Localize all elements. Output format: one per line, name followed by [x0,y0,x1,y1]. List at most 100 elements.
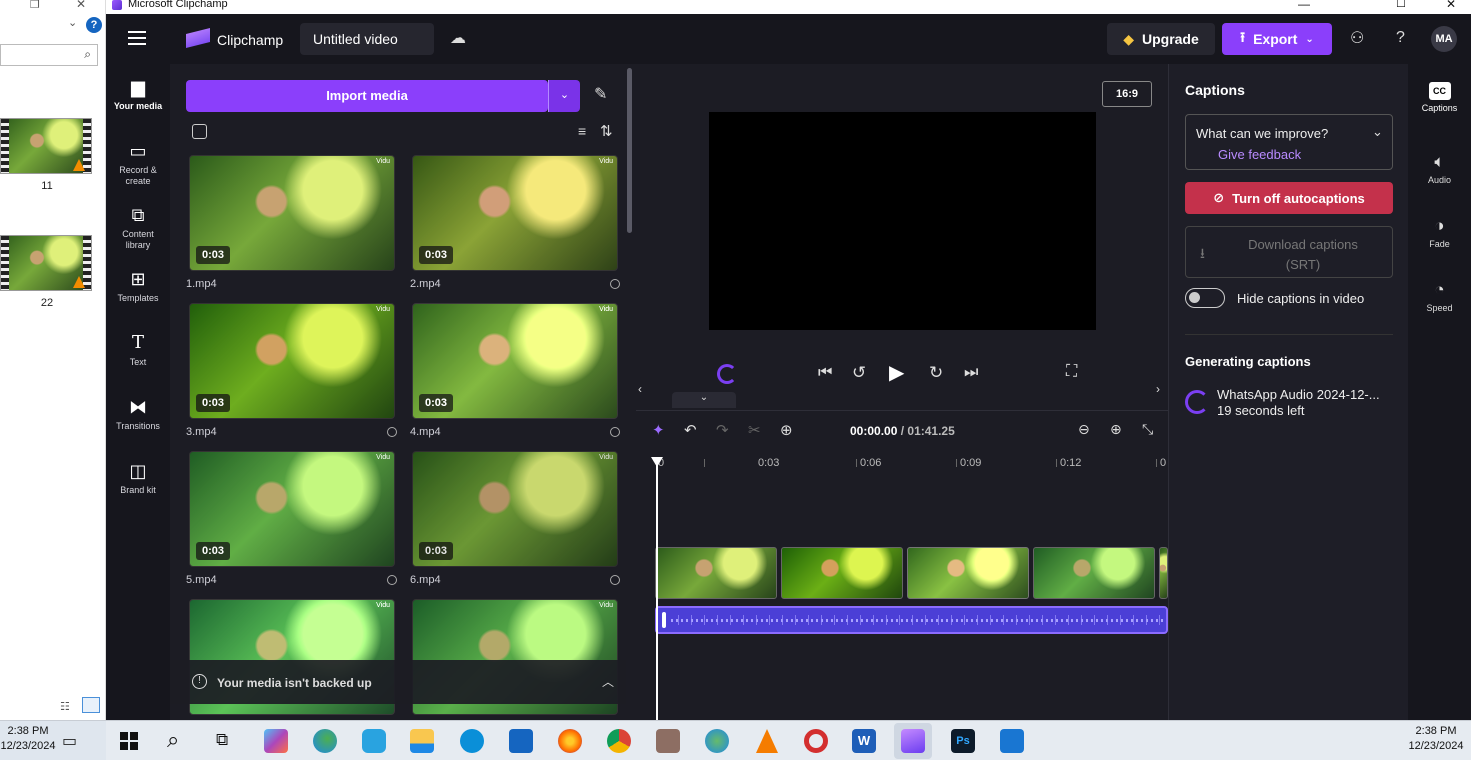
search-icon[interactable]: ⌕ [167,727,179,753]
nav-speed[interactable]: ◔ Speed [1408,256,1471,320]
media-item[interactable]: Vidu 0:03 [189,303,395,419]
vlc-icon[interactable] [756,729,778,753]
aspect-ratio-button[interactable]: 16:9 [1102,81,1152,107]
add-media-icon[interactable]: ⊕ [780,421,793,439]
nav-record-create[interactable]: ▭ Record & create [106,128,170,192]
chevron-up-icon[interactable]: ︿ [602,673,614,690]
edge-icon[interactable] [313,729,337,753]
collapse-left-icon[interactable]: ‹ [638,382,642,396]
media-item[interactable]: Vidu 0:03 [189,155,395,271]
zoom-out-icon[interactable]: ⊖ [1078,421,1090,438]
store-icon[interactable] [1000,729,1024,753]
media-item[interactable]: Vidu 0:03 [412,155,618,271]
task-view-icon[interactable]: ⧉ [216,730,228,750]
scrollbar[interactable] [627,68,632,233]
skip-forward-icon[interactable]: ⏭ [964,364,978,382]
forward-5-icon[interactable]: ↻ [929,363,943,383]
help-icon[interactable]: ? [86,17,102,33]
nav-content-library[interactable]: ⧉ Content library [106,192,170,256]
video-canvas[interactable] [709,112,1096,330]
video-clip[interactable] [1159,547,1168,599]
nav-transitions[interactable]: ⧓ Transitions [106,384,170,448]
trim-handle[interactable] [662,612,666,628]
app-icon[interactable] [656,729,680,753]
maximize-icon[interactable]: ☐ [1396,0,1406,10]
hide-captions-toggle[interactable] [1185,288,1225,308]
details-view-icon[interactable]: ☷ [60,700,70,713]
filter-icon[interactable]: ≡ [578,123,586,139]
windows-start-icon[interactable] [120,732,138,750]
opera-icon[interactable] [804,729,828,753]
file-thumbnail[interactable] [0,118,92,174]
skip-back-icon[interactable]: ⏮ [818,364,832,382]
globe-icon[interactable] [705,729,729,753]
backup-notice-bar[interactable]: ! Your media isn't backed up ︿ [170,660,626,704]
thumbnail-view-icon[interactable] [82,697,100,713]
turn-off-autocaptions-button[interactable]: ⊘ Turn off autocaptions [1185,182,1393,214]
close-icon[interactable]: ✕ [76,0,86,11]
import-options-dropdown[interactable]: ⌄ [548,80,580,112]
nav-text[interactable]: T Text [106,320,170,384]
video-clip[interactable] [655,547,777,599]
avatar[interactable]: MA [1431,26,1457,52]
upgrade-button[interactable]: ◆ Upgrade [1107,23,1215,55]
sort-icon[interactable]: ⇅ [600,122,613,140]
nav-captions[interactable]: CC Captions [1408,64,1471,128]
photoshop-icon[interactable]: Ps [951,729,975,753]
share-people-icon[interactable]: ⚇ [1350,28,1364,48]
window-restore-icon[interactable]: ❐ [30,0,40,11]
app-icon[interactable] [362,729,386,753]
redo-icon[interactable]: ↷ [716,421,729,439]
nav-templates[interactable]: ⊞ Templates [106,256,170,320]
sparkle-icon[interactable]: ✦ [652,421,665,439]
magic-wand-icon[interactable]: ✎ [594,84,607,104]
import-media-button[interactable]: Import media [186,80,548,112]
video-clip[interactable] [907,547,1029,599]
fit-timeline-icon[interactable]: ⤡ [1142,421,1153,438]
select-all-checkbox[interactable] [192,124,207,139]
collapse-right-icon[interactable]: › [1156,382,1160,396]
word-icon[interactable]: W [852,729,876,753]
file-explorer-icon[interactable] [410,729,434,753]
chrome-icon[interactable] [607,729,631,753]
nav-your-media[interactable]: ▆ Your media [106,64,170,128]
project-title-input[interactable]: Untitled video [300,23,434,55]
video-clip[interactable] [1033,547,1155,599]
scissors-icon[interactable]: ✂ [748,421,761,439]
copilot-icon[interactable] [264,729,288,753]
media-item[interactable]: Vidu 0:03 [189,451,395,567]
give-feedback-link[interactable]: Give feedback [1218,147,1301,162]
video-clip[interactable] [781,547,903,599]
chevron-down-icon[interactable]: ⌄ [68,16,77,29]
play-icon[interactable]: ▶ [889,360,904,385]
sync-icon[interactable] [460,729,484,753]
download-captions-button[interactable]: ⭳ Download captions (SRT) [1185,226,1393,278]
media-item[interactable]: Vidu 0:03 [412,303,618,419]
clipchamp-icon[interactable] [901,729,925,753]
nav-brand-kit[interactable]: ◫ Brand kit [106,448,170,512]
mail-icon[interactable] [509,729,533,753]
playhead-line[interactable] [656,463,658,721]
nav-audio[interactable]: 🔈︎ Audio [1408,128,1471,192]
media-item[interactable]: Vidu 0:03 [412,451,618,567]
collapse-timeline-button[interactable]: ⌄ [672,392,736,408]
cloud-premium-icon[interactable]: ☁ [450,28,466,48]
minimize-icon[interactable]: — [1298,0,1310,11]
audio-clip[interactable] [655,606,1168,634]
timeline-ruler[interactable]: 0 0:03 0:06 0:09 0:12 0 [636,451,1168,475]
firefox-icon[interactable] [558,729,582,753]
help-button[interactable]: ? [1396,29,1405,47]
search-input[interactable]: ⌕ [0,44,98,66]
media-library: Import media ⌄ ✎ ≡ ⇅ Vidu 0:03 1.mp4 Vid… [170,64,636,720]
export-button[interactable]: ⭱ Export ⌄ [1222,23,1332,55]
file-thumbnail[interactable] [0,235,92,291]
notification-icon[interactable]: ▭ [62,731,77,751]
feedback-box[interactable]: What can we improve? ⌄ Give feedback [1185,114,1393,170]
rewind-5-icon[interactable]: ↺ [852,363,866,383]
hamburger-menu-icon[interactable] [128,30,146,46]
fullscreen-icon[interactable]: ⛶ [1066,363,1077,381]
close-icon[interactable]: ✕ [1446,0,1456,11]
zoom-in-icon[interactable]: ⊕ [1110,421,1122,438]
nav-fade[interactable]: ◑ Fade [1408,192,1471,256]
undo-icon[interactable]: ↶ [684,421,697,439]
